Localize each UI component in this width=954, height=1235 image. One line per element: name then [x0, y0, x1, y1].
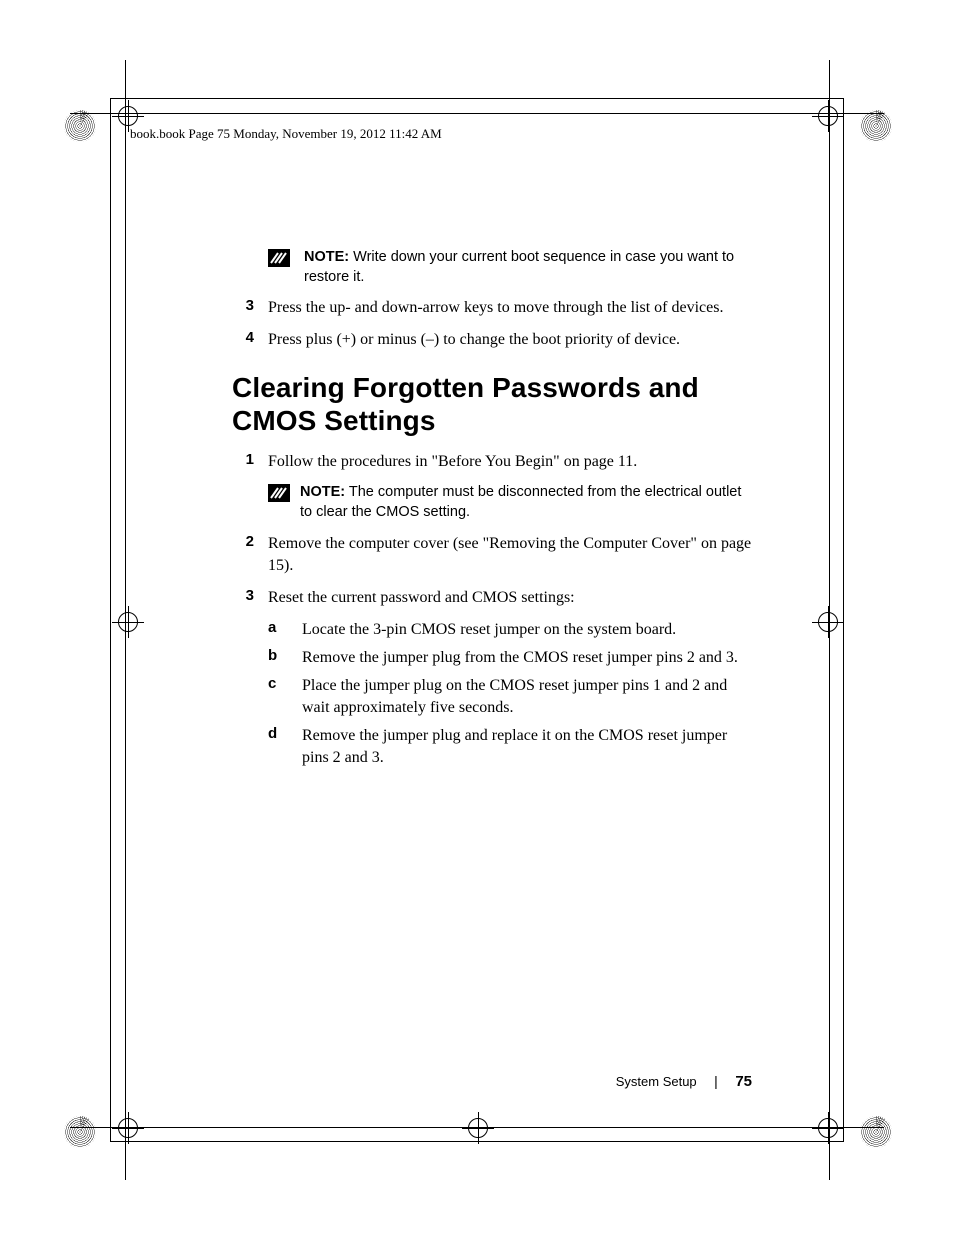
- note-block: NOTE: Write down your current boot seque…: [268, 248, 752, 287]
- step-row: 2 Remove the computer cover (see "Removi…: [232, 533, 752, 577]
- substep-letter: a: [268, 619, 302, 636]
- substep-row: b Remove the jumper plug from the CMOS r…: [268, 647, 752, 669]
- step-row: 4 Press plus (+) or minus (–) to change …: [232, 329, 752, 351]
- step-number: 4: [232, 329, 268, 346]
- step-number: 3: [232, 297, 268, 314]
- step-number: 2: [232, 533, 268, 550]
- substep-text: Place the jumper plug on the CMOS reset …: [302, 675, 752, 719]
- note-body: The computer must be disconnected from t…: [300, 484, 741, 520]
- note-body: Write down your current boot sequence in…: [304, 249, 734, 285]
- note-icon: [268, 249, 290, 267]
- step-text: Press the up- and down-arrow keys to mov…: [268, 297, 723, 319]
- note-text: NOTE: Write down your current boot seque…: [304, 248, 752, 287]
- rosette-mark-icon: [860, 1116, 892, 1148]
- substep-row: c Place the jumper plug on the CMOS rese…: [268, 675, 752, 719]
- registration-mark-icon: [112, 1112, 144, 1144]
- step-number: 1: [232, 451, 268, 468]
- registration-mark-icon: [812, 1112, 844, 1144]
- substep-letter: d: [268, 725, 302, 742]
- rosette-mark-icon: [860, 110, 892, 142]
- note-icon: [268, 484, 290, 502]
- registration-mark-icon: [462, 1112, 494, 1144]
- step-row: 3 Reset the current password and CMOS se…: [232, 587, 752, 609]
- footer-separator: |: [714, 1073, 718, 1089]
- step-row: 3 Press the up- and down-arrow keys to m…: [232, 297, 752, 319]
- substep-letter: b: [268, 647, 302, 664]
- registration-mark-icon: [812, 606, 844, 638]
- section-heading: Clearing Forgotten Passwords and CMOS Se…: [232, 371, 752, 437]
- page-footer: System Setup | 75: [0, 1073, 752, 1091]
- substep-text: Remove the jumper plug and replace it on…: [302, 725, 752, 769]
- registration-mark-icon: [812, 100, 844, 132]
- substep-row: a Locate the 3-pin CMOS reset jumper on …: [268, 619, 752, 641]
- substep-row: d Remove the jumper plug and replace it …: [268, 725, 752, 769]
- note-text: NOTE: The computer must be disconnected …: [300, 483, 752, 522]
- substep-text: Locate the 3-pin CMOS reset jumper on th…: [302, 619, 676, 641]
- rosette-mark-icon: [64, 110, 96, 142]
- step-row: 1 Follow the procedures in "Before You B…: [232, 451, 752, 473]
- step-text: Follow the procedures in "Before You Beg…: [268, 451, 637, 473]
- step-text: Press plus (+) or minus (–) to change th…: [268, 329, 680, 351]
- footer-section: System Setup: [616, 1074, 697, 1089]
- page: book.book Page 75 Monday, November 19, 2…: [0, 0, 954, 1235]
- running-header: book.book Page 75 Monday, November 19, 2…: [130, 126, 442, 142]
- step-number: 3: [232, 587, 268, 604]
- note-label: NOTE:: [300, 484, 345, 500]
- step-text: Reset the current password and CMOS sett…: [268, 587, 575, 609]
- note-label: NOTE:: [304, 249, 349, 265]
- registration-mark-icon: [112, 606, 144, 638]
- substep-text: Remove the jumper plug from the CMOS res…: [302, 647, 738, 669]
- rosette-mark-icon: [64, 1116, 96, 1148]
- step-text: Remove the computer cover (see "Removing…: [268, 533, 752, 577]
- substep-letter: c: [268, 675, 302, 692]
- note-block: NOTE: The computer must be disconnected …: [268, 483, 752, 522]
- footer-page-number: 75: [735, 1073, 752, 1090]
- content-area: NOTE: Write down your current boot seque…: [232, 248, 752, 775]
